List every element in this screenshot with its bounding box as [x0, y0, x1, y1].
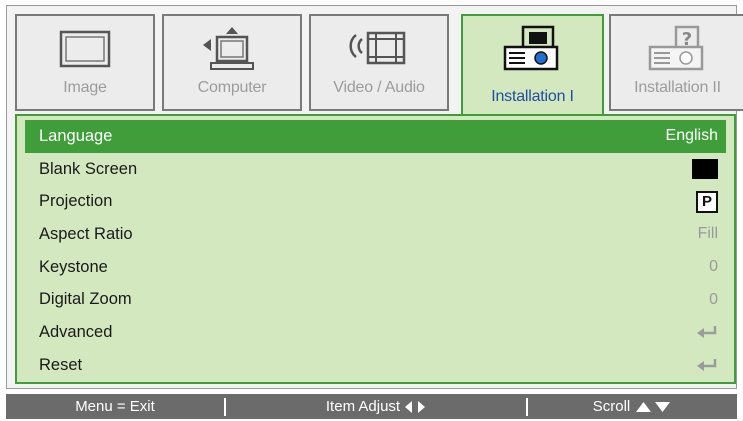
menu-item-label: Advanced [39, 322, 113, 341]
menu-item-label: Reset [39, 355, 83, 374]
status-bar: Menu = Exit Item Adjust Scroll [6, 394, 737, 419]
enter-icon [697, 326, 717, 339]
menu-item-blank-screen[interactable]: Blank Screen [25, 153, 726, 186]
menu-item-label: Projection [39, 192, 113, 211]
menu-item-language[interactable]: Language English [25, 120, 726, 153]
tab-installation-i[interactable]: Installation I [461, 14, 604, 118]
menu-item-value: English [665, 127, 718, 145]
status-adjust: Item Adjust [226, 394, 526, 419]
video-audio-icon [311, 22, 447, 78]
status-scroll-label: Scroll [592, 398, 631, 415]
menu-item-label: Digital Zoom [39, 290, 132, 309]
menu-item-value: 0 [709, 258, 718, 276]
tab-video-audio[interactable]: Video / Audio [309, 14, 449, 111]
projector-icon [463, 22, 602, 78]
tab-label: Computer [197, 79, 267, 96]
status-exit-label: Menu = Exit [75, 398, 155, 415]
menu-item-label: Keystone [39, 257, 108, 276]
enter-icon [697, 359, 717, 372]
tab-label: Video / Audio [333, 79, 425, 96]
left-right-arrows-icon [405, 400, 426, 413]
tab-installation-ii[interactable]: ? Installation II [609, 14, 743, 111]
tab-label: Installation I [491, 88, 574, 105]
black-swatch-icon [692, 159, 718, 180]
menu-item-value: Fill [697, 225, 718, 243]
menu-item-label: Blank Screen [39, 159, 138, 178]
menu-item-reset[interactable]: Reset [25, 349, 726, 382]
menu-item-keystone[interactable]: Keystone 0 [25, 251, 726, 284]
menu-item-projection[interactable]: Projection P [25, 185, 726, 218]
menu-item-aspect-ratio[interactable]: Aspect Ratio Fill [25, 218, 726, 251]
tab-image[interactable]: Image [15, 14, 155, 111]
computer-icon [164, 22, 300, 78]
status-adjust-label: Item Adjust [325, 398, 401, 415]
menu-item-value: 0 [709, 290, 718, 308]
menu-item-advanced[interactable]: Advanced [25, 316, 726, 349]
tab-label: Image [63, 79, 107, 96]
settings-panel: Language English Blank Screen Projection… [15, 114, 736, 384]
status-scroll: Scroll [528, 394, 737, 419]
menu-item-label: Aspect Ratio [39, 224, 133, 243]
projection-mode-icon: P [696, 190, 718, 213]
tab-computer[interactable]: Computer [162, 14, 302, 111]
tab-label: Installation II [634, 79, 721, 96]
menu-item-digital-zoom[interactable]: Digital Zoom 0 [25, 283, 726, 316]
projector-help-icon: ? [611, 22, 743, 78]
settings-list: Language English Blank Screen Projection… [25, 120, 726, 382]
status-exit: Menu = Exit [6, 394, 224, 419]
menu-tabs: Image Computer Video / Audio Installatio… [15, 14, 743, 118]
menu-item-label: Language [39, 126, 113, 145]
up-down-arrows-icon [636, 401, 671, 412]
monitor-icon [17, 22, 153, 78]
